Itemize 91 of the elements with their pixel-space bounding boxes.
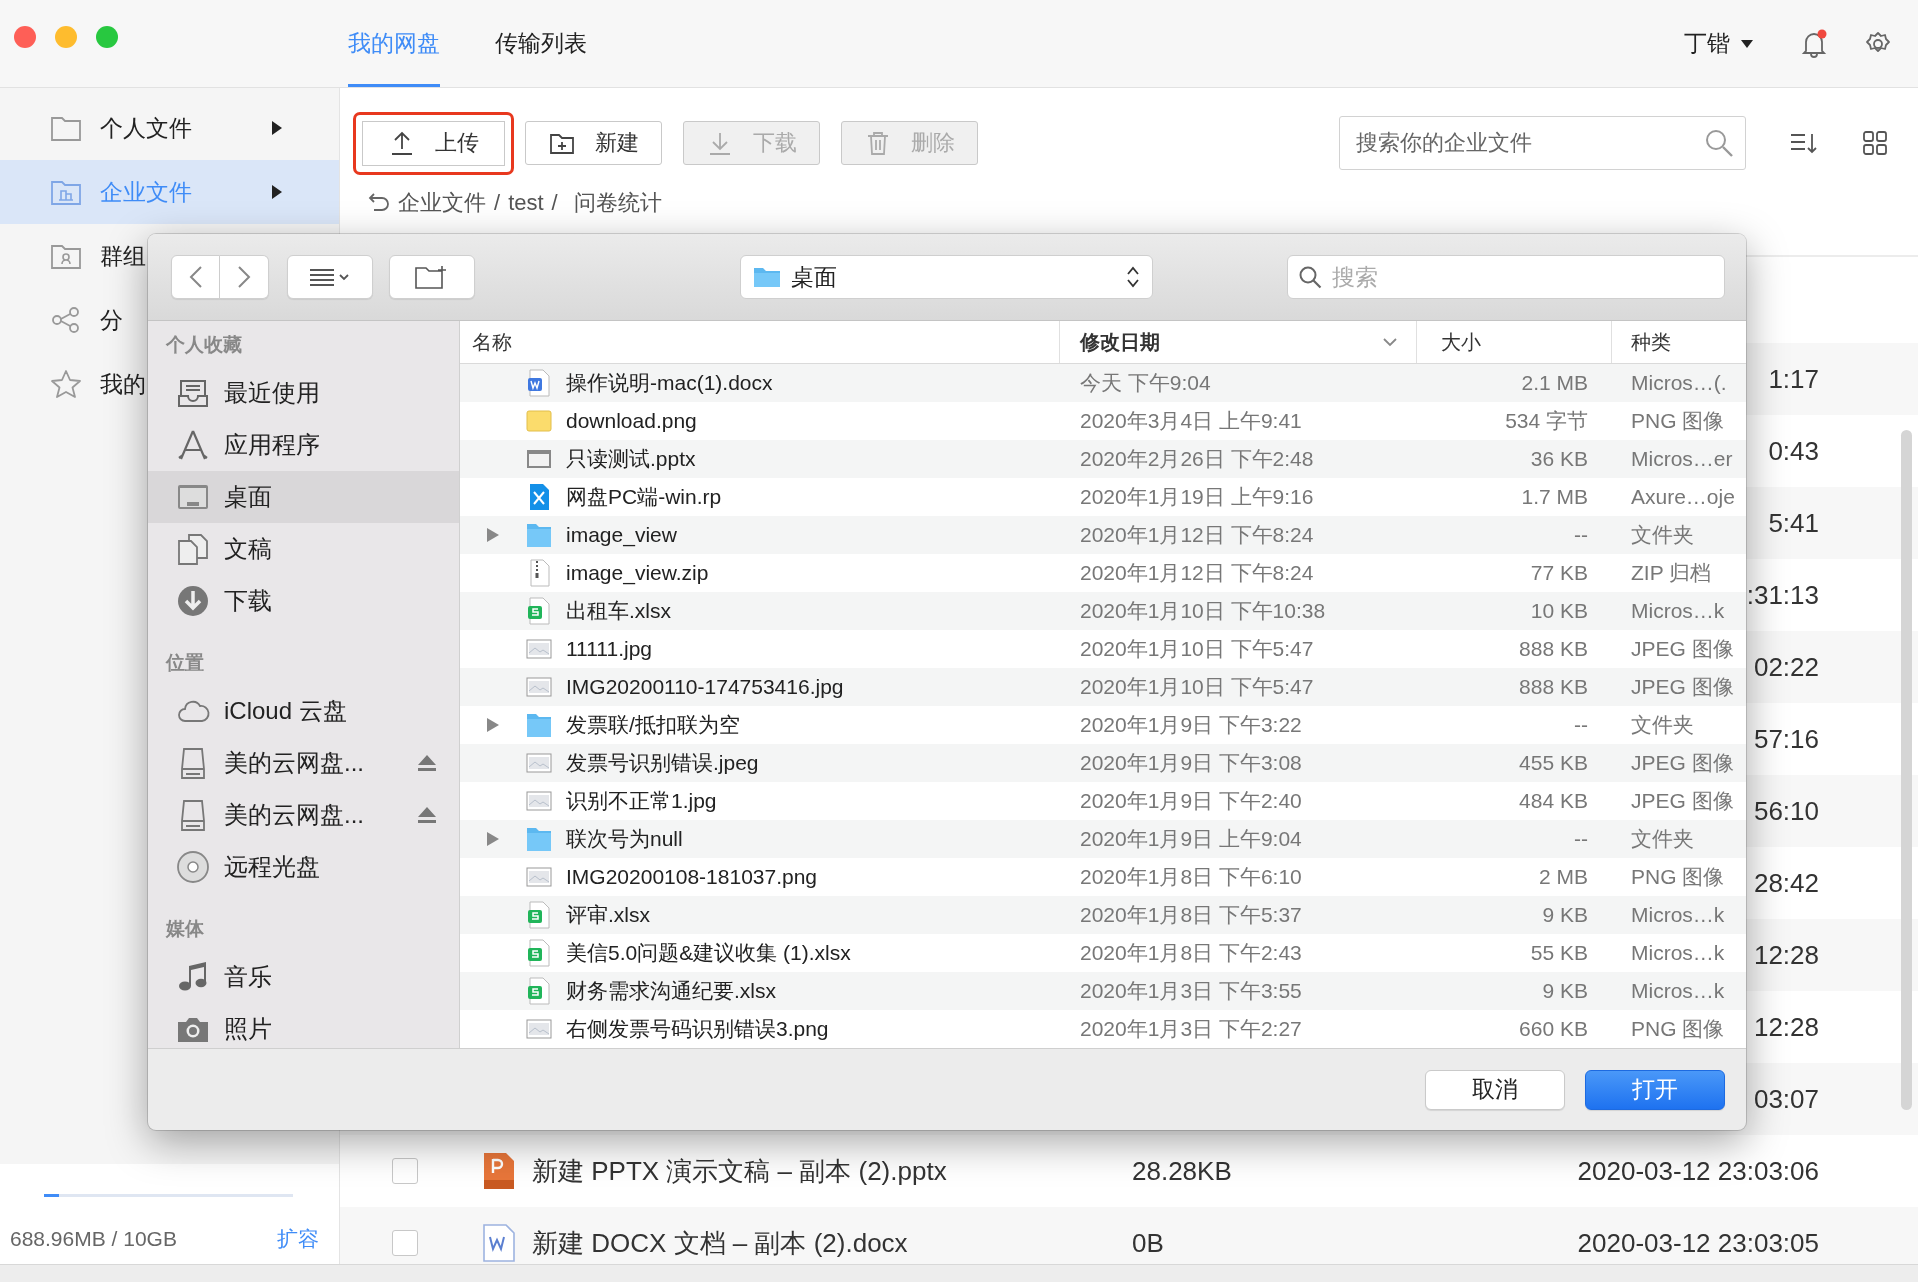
location-label: 应用程序 — [224, 430, 320, 460]
location-label: 美的云网盘... — [224, 800, 364, 830]
location-label: 远程光盘 — [224, 852, 320, 882]
breadcrumb-separator: / — [494, 190, 501, 216]
location-label: 美的云网盘... — [224, 748, 364, 778]
file-kind: 文件夹 — [1631, 522, 1694, 548]
file-kind: Micros…k — [1631, 941, 1725, 965]
modified-date: 2020年3月4日 上午9:41 — [1080, 408, 1302, 434]
modified-date: 2020年1月12日 下午8:24 — [1080, 560, 1314, 586]
file-kind: Micros…k — [1631, 979, 1725, 1003]
modified-time: 28:42 — [1753, 867, 1819, 899]
modified-time: 5:41 — [1768, 507, 1819, 539]
modified-time: 12:28 — [1753, 939, 1819, 971]
file-size: 455 KB — [1519, 751, 1588, 775]
modified-date: 2020年1月8日 下午6:10 — [1080, 864, 1302, 890]
modified-time: 2020-03-12 23:03:05 — [1577, 1227, 1819, 1259]
sidebar-section-title: 个人收藏 — [165, 333, 243, 357]
modified-date: 2020年1月10日 下午5:47 — [1080, 674, 1314, 700]
modified-date: 2020年1月9日 下午2:40 — [1080, 788, 1302, 814]
file-kind: Micros…er — [1631, 447, 1733, 471]
modified-time: 02:22 — [1753, 651, 1819, 683]
file-size: -- — [1574, 523, 1588, 547]
file-size: 888 KB — [1519, 675, 1588, 699]
location-label: 桌面 — [224, 482, 272, 512]
file-size: 10 KB — [1530, 599, 1588, 623]
sidebar-label: 群组 — [100, 241, 146, 271]
modified-date: 2020年1月9日 上午9:04 — [1080, 826, 1302, 852]
sidebar-section-title: 媒体 — [164, 917, 205, 941]
sidebar-label: 个人文件 — [100, 113, 192, 143]
file-size: 36 KB — [1530, 447, 1588, 471]
modified-date: 2020年1月9日 下午3:22 — [1080, 712, 1302, 738]
file-size: 9 KB — [1542, 979, 1588, 1003]
file-kind: JPEG 图像 — [1631, 788, 1734, 814]
file-size: 534 字节 — [1505, 408, 1588, 434]
file-size: 77 KB — [1530, 561, 1588, 585]
sidebar-label: 我的 — [100, 369, 146, 399]
modified-date: 2020年1月10日 下午10:38 — [1080, 598, 1326, 624]
modified-date: 2020年1月12日 下午8:24 — [1080, 522, 1314, 548]
breadcrumb-separator: / — [551, 190, 558, 216]
modified-date: 今天 下午9:04 — [1080, 370, 1211, 396]
location-label: 照片 — [224, 1014, 272, 1044]
file-size: 2.1 MB — [1521, 371, 1588, 395]
file-kind: Micros…k — [1631, 903, 1725, 927]
file-kind: 文件夹 — [1631, 826, 1694, 852]
location-label: iCloud 云盘 — [224, 696, 347, 726]
modified-time: 1:17 — [1768, 363, 1819, 395]
modified-time: 12:28 — [1753, 1011, 1819, 1043]
modified-time: :31:13 — [1746, 579, 1819, 611]
modified-date: 2020年1月10日 下午5:47 — [1080, 636, 1314, 662]
file-size: 2 MB — [1539, 865, 1588, 889]
file-size: -- — [1574, 827, 1588, 851]
modified-date: 2020年1月8日 下午2:43 — [1080, 940, 1302, 966]
location-label: 最近使用 — [224, 378, 320, 408]
file-kind: JPEG 图像 — [1631, 674, 1734, 700]
location-label: 音乐 — [224, 962, 272, 992]
modified-date: 2020年1月8日 下午5:37 — [1080, 902, 1302, 928]
file-size: 660 KB — [1519, 1017, 1588, 1041]
file-kind: ZIP 归档 — [1631, 560, 1712, 586]
storage-usage: 688.96MB / 10GB — [10, 1227, 177, 1251]
file-size: -- — [1574, 713, 1588, 737]
sidebar-label: 企业文件 — [100, 177, 192, 207]
modified-date: 2020年1月3日 下午2:27 — [1080, 1016, 1302, 1042]
file-size: 0B — [1132, 1227, 1165, 1259]
modified-date: 2020年1月9日 下午3:08 — [1080, 750, 1302, 776]
file-kind: Micros…k — [1631, 599, 1725, 623]
location-label: 文稿 — [224, 534, 272, 564]
file-kind: PNG 图像 — [1631, 408, 1725, 434]
file-kind: Micros…(. — [1631, 371, 1727, 395]
location-label: 下载 — [224, 586, 272, 616]
file-kind: 文件夹 — [1631, 712, 1694, 738]
modified-time: 56:10 — [1753, 795, 1819, 827]
modified-time: 57:16 — [1753, 723, 1819, 755]
file-size: 55 KB — [1530, 941, 1588, 965]
file-kind: PNG 图像 — [1631, 1016, 1725, 1042]
sidebar-section-title: 位置 — [164, 651, 205, 675]
modified-date: 2020年2月26日 下午2:48 — [1080, 446, 1314, 472]
sidebar-label: 分 — [100, 305, 123, 335]
file-size: 9 KB — [1542, 903, 1588, 927]
file-size: 888 KB — [1519, 637, 1588, 661]
file-kind: PNG 图像 — [1631, 864, 1725, 890]
modified-date: 2020年1月3日 下午3:55 — [1080, 978, 1302, 1004]
modified-time: 0:43 — [1768, 435, 1819, 467]
file-size: 28.28KB — [1132, 1155, 1233, 1187]
file-kind: Axure…oje — [1631, 485, 1735, 509]
modified-date: 2020年1月19日 上午9:16 — [1080, 484, 1314, 510]
file-size: 484 KB — [1519, 789, 1588, 813]
file-size: 1.7 MB — [1521, 485, 1588, 509]
modified-time: 03:07 — [1753, 1083, 1819, 1115]
file-kind: JPEG 图像 — [1631, 750, 1734, 776]
file-kind: JPEG 图像 — [1631, 636, 1734, 662]
modified-time: 2020-03-12 23:03:06 — [1577, 1155, 1819, 1187]
